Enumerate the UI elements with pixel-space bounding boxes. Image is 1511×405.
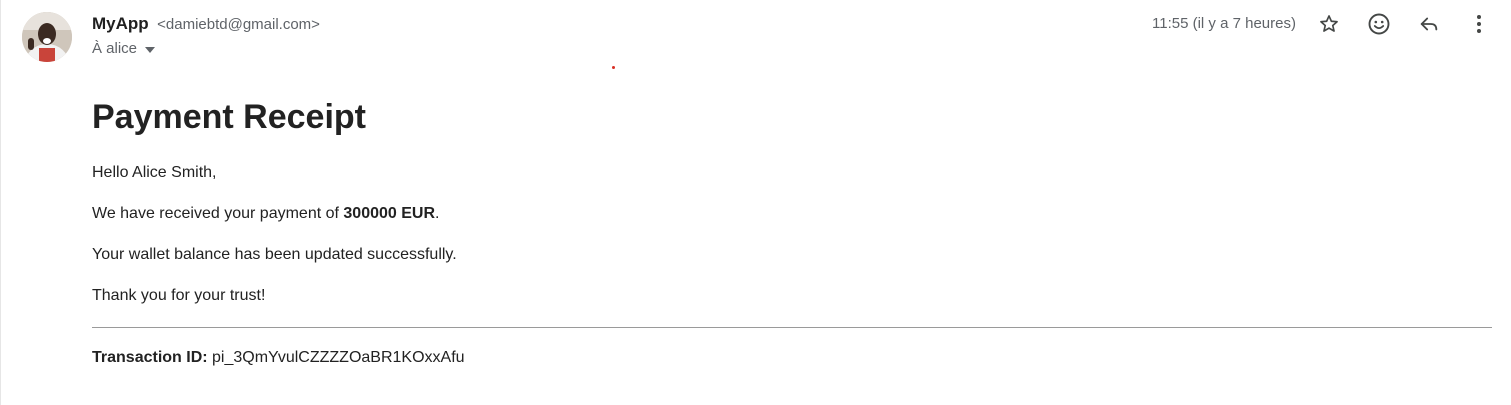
- payment-amount: 300000 EUR: [343, 205, 436, 222]
- email-view: MyApp <damiebtd@gmail.com> À alice 11:55…: [0, 0, 1511, 405]
- caret-down-icon[interactable]: [145, 38, 156, 60]
- payment-suffix: .: [435, 205, 440, 222]
- message-body: Payment Receipt Hello Alice Smith, We ha…: [92, 95, 1492, 368]
- greeting-text: Hello Alice Smith,: [92, 164, 217, 181]
- sender-line: MyApp <damiebtd@gmail.com>: [92, 13, 320, 36]
- sender-name[interactable]: MyApp: [92, 14, 149, 33]
- star-icon[interactable]: [1316, 11, 1342, 37]
- transaction-line: Transaction ID: pi_3QmYvulCZZZZOaBR1KOxx…: [92, 348, 1492, 368]
- more-vert-icon[interactable]: [1466, 11, 1492, 37]
- indicator-dot: [612, 66, 615, 69]
- sender-avatar[interactable]: [22, 12, 72, 62]
- emoji-reaction-icon[interactable]: [1366, 11, 1392, 37]
- recipient-details-toggle[interactable]: À alice: [92, 38, 156, 60]
- balance-text: Your wallet balance has been updated suc…: [92, 246, 457, 263]
- divider: [92, 327, 1492, 328]
- sender-email: <damiebtd@gmail.com>: [157, 16, 320, 33]
- payment-prefix: We have received your payment of: [92, 205, 344, 222]
- transaction-label: Transaction ID:: [92, 349, 208, 366]
- recipient-label: À alice: [92, 40, 138, 57]
- reply-icon[interactable]: [1416, 11, 1442, 37]
- transaction-id: pi_3QmYvulCZZZZOaBR1KOxxAfu: [207, 349, 465, 366]
- message-title: Payment Receipt: [92, 98, 366, 136]
- payment-text: We have received your payment of 300000 …: [92, 204, 1492, 224]
- message-timestamp: 11:55 (il y a 7 heures): [1152, 15, 1296, 32]
- thanks-text: Thank you for your trust!: [92, 287, 266, 304]
